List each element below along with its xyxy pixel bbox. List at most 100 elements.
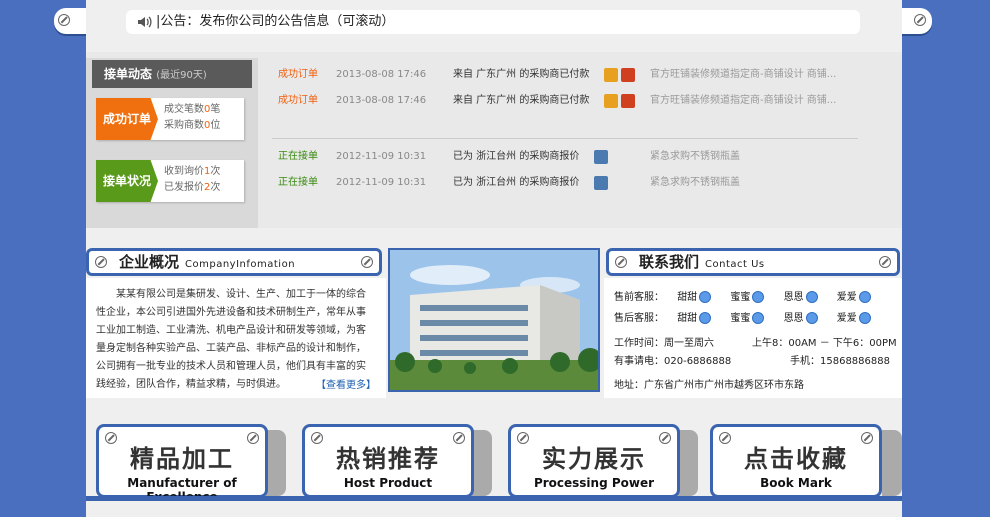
order-row[interactable]: 正在接单 2012-11-09 10:31 已为 浙江台州 的采购商报价 紧急求…	[278, 175, 858, 191]
view-more-link[interactable]: 【查看更多】	[316, 376, 376, 391]
order-activity-heading: 接单动态 (最近90天)	[92, 60, 252, 88]
bottom-bar	[86, 496, 902, 501]
agent-name: 恩恩	[783, 292, 804, 303]
agent-name: 爱爱	[836, 292, 857, 303]
stat-label: 收到询价	[164, 166, 204, 177]
agent-name: 爱爱	[836, 313, 857, 324]
screw-icon	[615, 256, 627, 268]
order-status-stats: 收到询价1次 已发报价2次	[164, 164, 220, 196]
screw-icon	[105, 432, 117, 444]
contact-us-title: 联系我们 Contact Us	[606, 248, 900, 276]
section-title-en: Contact Us	[705, 259, 765, 270]
success-orders-stats: 成交笔数0笔 采购商数0位	[164, 102, 220, 134]
company-info-title: 企业概况 CompanyInfomation	[86, 248, 382, 276]
order-status: 正在接单	[278, 151, 318, 162]
stat-unit: 位	[210, 120, 221, 131]
card-strength-showcase[interactable]: 实力展示 Processing Power	[508, 424, 680, 498]
card-shadow	[472, 430, 492, 496]
divider	[272, 138, 858, 139]
cheng-badge-icon	[604, 94, 618, 108]
phone-number: 有事请电：020-6886888	[614, 356, 732, 367]
working-hours: 工作时间：周一至周六	[614, 338, 714, 349]
verified-icon	[621, 68, 635, 82]
screw-icon	[361, 256, 373, 268]
card-title: 点击收藏	[744, 445, 848, 473]
qq-icon[interactable]	[805, 312, 818, 324]
agent-name: 蜜蜜	[730, 292, 751, 303]
stat-label: 已发报价	[164, 182, 204, 193]
screw-icon	[95, 256, 107, 268]
card-title: 精品加工	[130, 445, 234, 473]
screw-icon	[659, 432, 671, 444]
order-message: 已为 浙江台州 的采购商报价	[453, 177, 580, 188]
success-orders-card[interactable]: 成功订单 成交笔数0笔 采购商数0位	[96, 98, 244, 140]
order-status: 成功订单	[278, 69, 318, 80]
stat-label: 成交笔数	[164, 104, 204, 115]
agent-name: 甜甜	[677, 313, 698, 324]
heading-text: 接单动态	[104, 67, 153, 81]
qq-icon[interactable]	[858, 291, 871, 303]
order-description[interactable]: 官方旺铺装修频道指定商-商铺设计 商铺...	[650, 67, 836, 83]
screw-icon	[58, 14, 70, 26]
stat-unit: 笔	[210, 104, 221, 115]
address: 地址：广东省广州市广州市越秀区环市东路	[614, 380, 804, 391]
stat-label: 采购商数	[164, 120, 204, 131]
agent-name: 甜甜	[677, 292, 698, 303]
presale-row: 售前客服： 甜甜 蜜蜜 恩恩 爱爱	[614, 288, 871, 303]
stat-unit: 次	[210, 182, 221, 193]
card-bookmark[interactable]: 点击收藏 Book Mark	[710, 424, 882, 498]
card-title: 实力展示	[542, 445, 646, 473]
announcement-bar[interactable]: |公告：发布你公司的公告信息（可滚动）	[126, 10, 860, 34]
verified-icon	[594, 176, 608, 190]
agent-name: 恩恩	[783, 313, 804, 324]
order-description[interactable]: 紧急求购不锈钢瓶盖	[650, 149, 740, 165]
presale-label: 售前客服：	[614, 292, 664, 303]
heading-subtext: (最近90天)	[156, 70, 207, 81]
cheng-badge-icon	[604, 68, 618, 82]
order-message: 来自 广东广州 的采购商已付款	[453, 69, 590, 80]
qq-icon[interactable]	[805, 291, 818, 303]
order-description[interactable]: 官方旺铺装修频道指定商-商铺设计 商铺...	[650, 93, 836, 109]
order-row[interactable]: 成功订单 2013-08-08 17:46 来自 广东广州 的采购商已付款 官方…	[278, 93, 858, 109]
company-building-photo	[388, 248, 600, 392]
verified-icon	[594, 150, 608, 164]
announcement-text: |公告：发布你公司的公告信息（可滚动）	[156, 14, 395, 29]
speaker-icon	[138, 16, 152, 28]
screw-icon	[311, 432, 323, 444]
order-date: 2013-08-08 17:46	[336, 95, 427, 106]
qq-icon[interactable]	[699, 291, 712, 303]
card-shadow	[266, 430, 286, 496]
qq-icon[interactable]	[752, 312, 765, 324]
card-subtitle: Book Mark	[760, 476, 832, 490]
stat-unit: 次	[210, 166, 221, 177]
section-title-text: 企业概况	[119, 253, 180, 271]
order-date: 2012-11-09 10:31	[336, 151, 427, 162]
qq-icon[interactable]	[699, 312, 712, 324]
section-title-en: CompanyInfomation	[185, 259, 296, 270]
qq-icon[interactable]	[858, 312, 871, 324]
verified-icon	[621, 94, 635, 108]
order-row[interactable]: 正在接单 2012-11-09 10:31 已为 浙江台州 的采购商报价 紧急求…	[278, 149, 858, 165]
screw-icon	[517, 432, 529, 444]
order-message: 已为 浙江台州 的采购商报价	[453, 151, 580, 162]
order-status-card[interactable]: 接单状况 收到询价1次 已发报价2次	[96, 160, 244, 202]
card-shadow	[678, 430, 698, 496]
postsale-row: 售后客服： 甜甜 蜜蜜 恩恩 爱爱	[614, 309, 871, 324]
qq-icon[interactable]	[752, 291, 765, 303]
screw-icon	[914, 14, 926, 26]
order-row[interactable]: 成功订单 2013-08-08 17:46 来自 广东广州 的采购商已付款 官方…	[278, 67, 858, 83]
working-hours-time: 上午8：00AM － 下午6：00PM	[752, 338, 897, 349]
order-message: 来自 广东广州 的采购商已付款	[453, 95, 590, 106]
screw-icon	[861, 432, 873, 444]
screw-icon	[453, 432, 465, 444]
success-orders-badge: 成功订单	[96, 98, 158, 140]
card-subtitle: Host Product	[343, 476, 433, 490]
card-subtitle: Processing Power	[533, 476, 655, 490]
postsale-label: 售后客服：	[614, 313, 664, 324]
card-hot-products[interactable]: 热销推荐 Host Product	[302, 424, 474, 498]
order-date: 2012-11-09 10:31	[336, 177, 427, 188]
card-shadow	[882, 430, 902, 496]
order-description[interactable]: 紧急求购不锈钢瓶盖	[650, 175, 740, 191]
card-fine-processing[interactable]: 精品加工 Manufacturer of Excellence	[96, 424, 268, 504]
mobile-number: 手机：15868886888	[790, 356, 890, 367]
